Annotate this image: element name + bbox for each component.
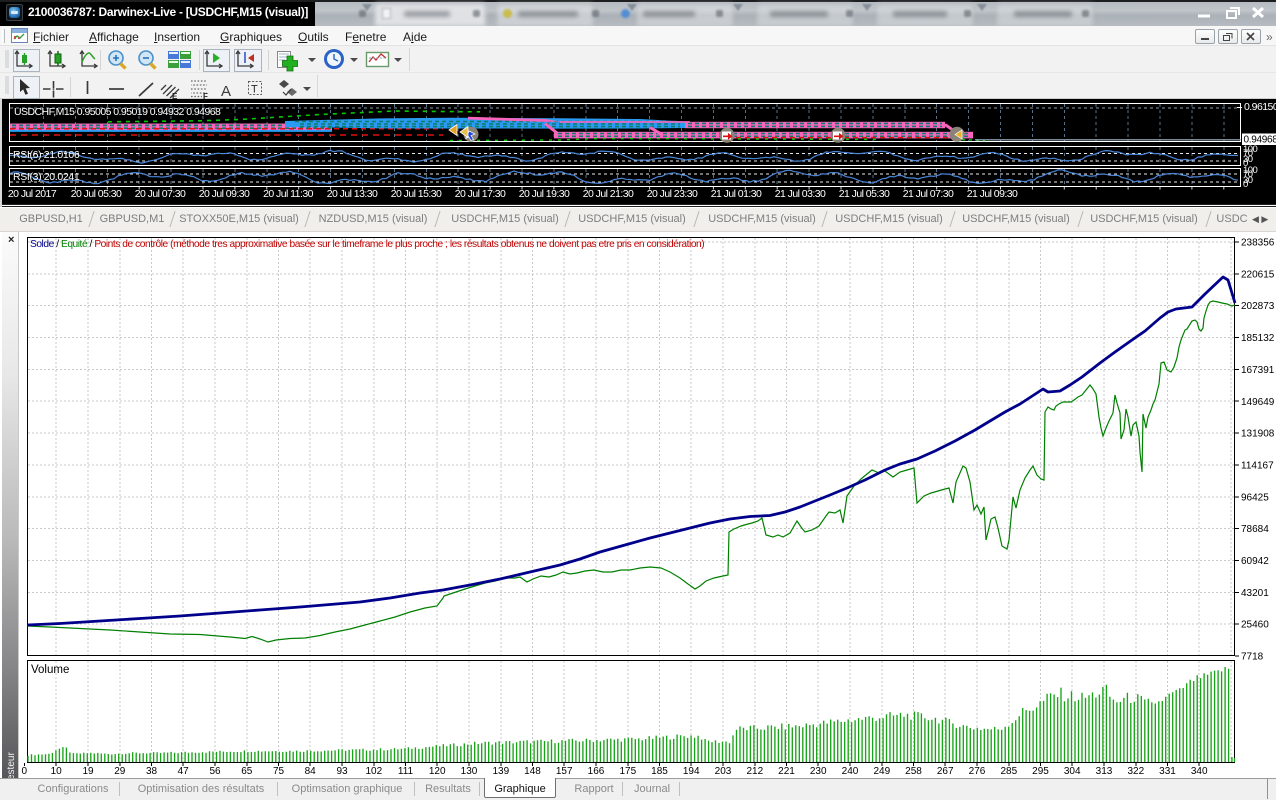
svg-text:21 Jul 09:30: 21 Jul 09:30 [967,188,1018,200]
svg-text:130: 130 [461,766,478,777]
svg-text:20 Jul 07:30: 20 Jul 07:30 [135,188,186,200]
svg-text:114167: 114167 [1241,461,1274,472]
svg-text:285: 285 [1000,766,1017,777]
svg-text:29: 29 [114,766,126,777]
svg-text:185: 185 [651,766,668,777]
svg-text:20 Jul 11:30: 20 Jul 11:30 [263,188,314,200]
svg-text:10: 10 [51,766,63,777]
svg-text:21 Jul 05:30: 21 Jul 05:30 [839,188,890,200]
svg-text:20 Jul 2017: 20 Jul 2017 [8,188,57,200]
svg-text:249: 249 [873,766,890,777]
svg-text:194: 194 [683,766,700,777]
svg-text:331: 331 [1159,766,1176,777]
svg-text:313: 313 [1096,766,1113,777]
svg-text:21 Jul 01:30: 21 Jul 01:30 [711,188,762,200]
svg-text:96425: 96425 [1241,492,1269,503]
svg-text:RSI(3) 20.0241: RSI(3) 20.0241 [13,171,80,183]
svg-text:166: 166 [588,766,605,777]
svg-text:USDCHF,M15 0.95005 0.95019 0.: USDCHF,M15 0.95005 0.95019 0.94932 0.949… [14,106,221,118]
svg-text:202873: 202873 [1241,301,1275,312]
svg-text:276: 276 [969,766,986,777]
svg-text:20 Jul 19:30: 20 Jul 19:30 [519,188,570,200]
svg-text:43201: 43201 [1241,588,1269,599]
svg-text:340: 340 [1191,766,1208,777]
svg-text:220615: 220615 [1241,269,1275,280]
svg-text:304: 304 [1064,766,1081,777]
svg-text:19: 19 [82,766,94,777]
svg-text:7718: 7718 [1241,652,1264,663]
svg-text:258: 258 [905,766,922,777]
svg-text:267: 267 [937,766,954,777]
svg-text:0.94968: 0.94968 [1244,135,1276,146]
svg-text:20 Jul 23:30: 20 Jul 23:30 [647,188,698,200]
svg-text:111: 111 [398,766,414,777]
svg-text:78684: 78684 [1241,524,1269,535]
svg-text:20 Jul 13:30: 20 Jul 13:30 [327,188,378,200]
svg-text:102: 102 [365,766,382,777]
svg-text:56: 56 [209,766,221,777]
svg-text:20 Jul 15:30: 20 Jul 15:30 [391,188,442,200]
svg-text:185132: 185132 [1241,333,1275,344]
svg-text:0.96150: 0.96150 [1244,101,1276,113]
svg-text:T: T [251,84,258,96]
svg-text:A: A [221,83,231,99]
svg-text:25460: 25460 [1241,620,1269,631]
svg-text:139: 139 [492,766,509,777]
svg-text:295: 295 [1032,766,1049,777]
svg-text:Volume: Volume [31,664,69,676]
svg-text:20 Jul 17:30: 20 Jul 17:30 [455,188,506,200]
svg-text:20 Jul 21:30: 20 Jul 21:30 [583,188,634,200]
svg-text:175: 175 [619,766,636,777]
svg-text:0: 0 [1243,179,1248,190]
svg-text:120: 120 [429,766,446,777]
svg-text:212: 212 [746,766,763,777]
svg-text:60942: 60942 [1241,556,1269,567]
svg-text:149649: 149649 [1241,397,1275,408]
svg-text:322: 322 [1127,766,1144,777]
svg-text:20 Jul 09:30: 20 Jul 09:30 [199,188,250,200]
svg-text:47: 47 [178,766,190,777]
svg-text:F: F [203,92,208,99]
svg-text:Solde / Equité / Points de con: Solde / Equité / Points de contrôle (mét… [30,239,704,250]
svg-text:84: 84 [305,766,317,777]
svg-text:21 Jul 07:30: 21 Jul 07:30 [903,188,954,200]
svg-text:RSI(6) 21.0106: RSI(6) 21.0106 [13,149,80,161]
svg-text:93: 93 [336,766,348,777]
svg-text:E: E [172,92,178,99]
svg-text:75: 75 [273,766,285,777]
svg-text:230: 230 [810,766,827,777]
svg-text:167391: 167391 [1241,365,1275,376]
svg-text:21 Jul 03:30: 21 Jul 03:30 [775,188,826,200]
svg-text:65: 65 [241,766,253,777]
svg-text:157: 157 [556,766,573,777]
svg-text:148: 148 [524,766,541,777]
svg-text:131908: 131908 [1241,429,1275,440]
svg-text:221: 221 [778,766,795,777]
svg-text:203: 203 [715,766,732,777]
svg-text:0: 0 [22,766,28,777]
svg-text:20 Jul 05:30: 20 Jul 05:30 [71,188,122,200]
svg-text:238356: 238356 [1241,238,1275,249]
svg-text:240: 240 [842,766,859,777]
svg-text:38: 38 [146,766,158,777]
